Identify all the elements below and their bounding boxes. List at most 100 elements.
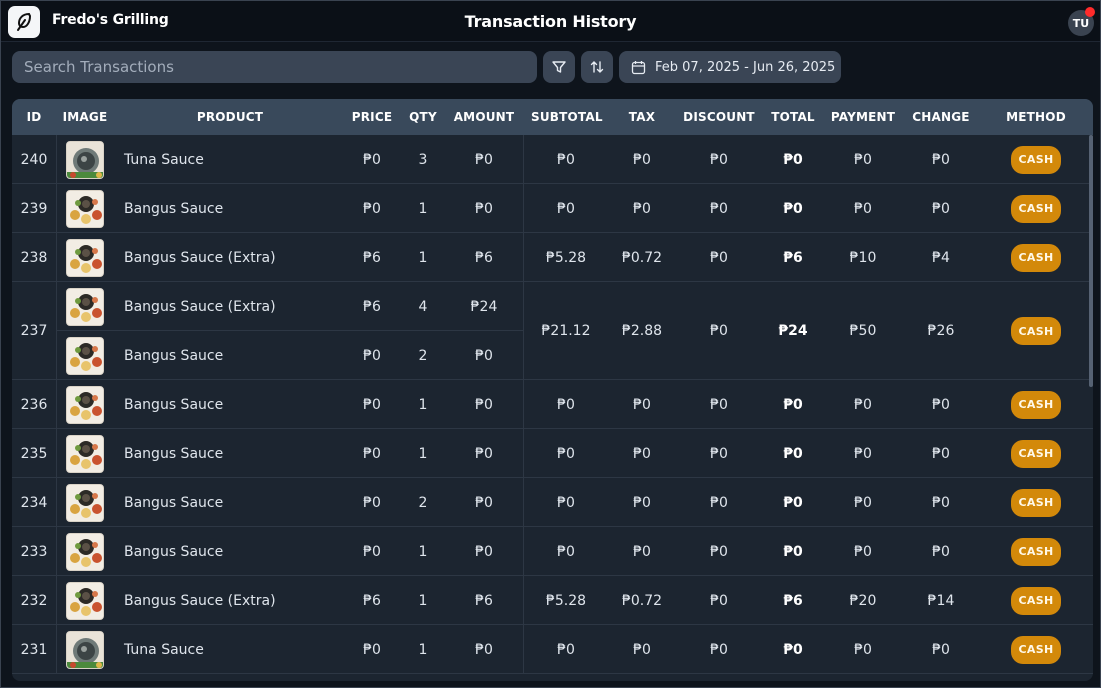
cell-tax: ₱0 [633, 396, 651, 413]
cell-price: ₱0 [363, 543, 381, 560]
col-header-qty[interactable]: QTY [388, 99, 458, 135]
cell-payment: ₱0 [854, 543, 872, 560]
cell-id: 237 [20, 323, 48, 339]
cell-price: ₱0 [363, 396, 381, 413]
cell-amount: ₱0 [475, 347, 493, 364]
filter-icon [552, 61, 566, 73]
cell-payment: ₱0 [854, 396, 872, 413]
cell-image [62, 184, 108, 233]
scrollbar[interactable] [1089, 135, 1093, 387]
product-image [66, 189, 104, 228]
cell-change: ₱14 [927, 592, 955, 609]
cell-subtotal: ₱0 [557, 445, 575, 462]
cell-product: Tuna Sauce [124, 151, 204, 168]
column-divider [56, 233, 57, 282]
cell-price: ₱6 [363, 298, 381, 315]
cell-image [62, 429, 108, 478]
payment-method-badge: CASH [1011, 537, 1061, 566]
cell-image [62, 135, 108, 184]
cell-image [62, 576, 108, 625]
table-row[interactable]: 239 Bangus Sauce ₱0 1 ₱0 ₱0 ₱0 ₱0 ₱0 ₱0 ₱0 CASH [12, 184, 1093, 233]
cell-product: Bangus Sauce [124, 200, 224, 217]
column-divider [56, 478, 57, 527]
table-row[interactable]: 237 Bangus Sauce (Extra) ₱6 4 ₱24 Bangus Sauc… [12, 282, 1093, 380]
product-image [66, 385, 104, 424]
cell-tax: ₱0.72 [621, 249, 663, 266]
cell-tax: ₱0.72 [621, 592, 663, 609]
col-header-amount[interactable]: AMOUNT [449, 99, 519, 135]
table-row[interactable]: 238 Bangus Sauce (Extra) ₱6 1 ₱6 ₱5.28 ₱0.72 ₱0… [12, 233, 1093, 282]
cell-product: Bangus Sauce [124, 494, 224, 511]
cell-product: Tuna Sauce [124, 641, 204, 658]
cell-id: 240 [20, 151, 48, 168]
cell-price: ₱0 [363, 494, 381, 511]
cell-discount: ₱0 [710, 323, 728, 339]
column-divider [523, 478, 524, 527]
table-row[interactable]: 234 Bangus Sauce ₱0 2 ₱0 ₱0 ₱0 ₱0 ₱0 ₱0 ₱0 CASH [12, 478, 1093, 527]
search-input[interactable] [12, 51, 537, 83]
payment-method-badge: CASH [1011, 317, 1061, 345]
cell-id: 234 [20, 494, 48, 511]
cell-discount: ₱0 [710, 543, 728, 560]
cell-product: Bangus Sauce [124, 445, 224, 462]
cell-method: CASH [1006, 429, 1066, 478]
cell-payment: ₱50 [849, 323, 877, 339]
table-body: 240 Tuna Sauce ₱0 3 ₱0 ₱0 ₱0 ₱0 ₱0 ₱0 ₱0 CASH 239 Ban… [12, 135, 1093, 681]
cell-id: 232 [20, 592, 48, 609]
cell-id: 231 [20, 641, 48, 658]
sort-button[interactable] [581, 51, 613, 83]
cell-discount: ₱0 [710, 249, 728, 266]
cell-image [62, 331, 108, 380]
cell-subtotal: ₱0 [557, 151, 575, 168]
col-header-total[interactable]: TOTAL [758, 99, 828, 135]
cell-product: Bangus Sauce [124, 347, 224, 364]
cell-tax: ₱0 [633, 543, 651, 560]
table-row[interactable]: 232 Bangus Sauce (Extra) ₱6 1 ₱6 ₱5.28 ₱0.72 ₱0… [12, 576, 1093, 625]
cell-tax: ₱0 [633, 641, 651, 658]
cell-product: Bangus Sauce (Extra) [124, 249, 276, 266]
cell-discount: ₱0 [710, 396, 728, 413]
col-header-payment[interactable]: PAYMENT [828, 99, 898, 135]
col-header-product[interactable]: PRODUCT [162, 99, 298, 135]
cell-change: ₱0 [932, 200, 950, 217]
col-header-discount[interactable]: DISCOUNT [679, 99, 759, 135]
column-divider [523, 135, 524, 184]
cell-price: ₱0 [363, 200, 381, 217]
table-row[interactable]: 236 Bangus Sauce ₱0 1 ₱0 ₱0 ₱0 ₱0 ₱0 ₱0 ₱0 CASH [12, 380, 1093, 429]
cell-price: ₱0 [363, 445, 381, 462]
cell-change: ₱0 [932, 445, 950, 462]
col-header-image[interactable]: IMAGE [50, 99, 120, 135]
cell-total: ₱6 [783, 592, 803, 609]
cell-qty: 2 [418, 347, 428, 364]
cell-tax: ₱0 [633, 445, 651, 462]
cell-price: ₱0 [363, 347, 381, 364]
column-divider [56, 380, 57, 429]
col-header-subtotal[interactable]: SUBTOTAL [531, 99, 603, 135]
product-image [66, 336, 104, 375]
table-row[interactable]: 231 Tuna Sauce ₱0 1 ₱0 ₱0 ₱0 ₱0 ₱0 ₱0 ₱0 CASH [12, 625, 1093, 674]
table-row[interactable]: 240 Tuna Sauce ₱0 3 ₱0 ₱0 ₱0 ₱0 ₱0 ₱0 ₱0 CASH [12, 135, 1093, 184]
column-divider [56, 625, 57, 674]
cell-method: CASH [1006, 478, 1066, 527]
cell-image [62, 233, 108, 282]
cell-discount: ₱0 [710, 445, 728, 462]
cell-subtotal: ₱0 [557, 396, 575, 413]
col-header-tax[interactable]: TAX [607, 99, 677, 135]
cell-change: ₱0 [932, 151, 950, 168]
cell-total: ₱0 [783, 396, 803, 413]
cell-id: 236 [20, 396, 48, 413]
col-header-method[interactable]: METHOD [1001, 99, 1071, 135]
col-header-change[interactable]: CHANGE [906, 99, 976, 135]
cell-payment: ₱0 [854, 641, 872, 658]
column-divider [523, 625, 524, 674]
cell-price: ₱0 [363, 641, 381, 658]
table-row[interactable]: 235 Bangus Sauce ₱0 1 ₱0 ₱0 ₱0 ₱0 ₱0 ₱0 ₱0 CASH [12, 429, 1093, 478]
table-row[interactable]: 233 Bangus Sauce ₱0 1 ₱0 ₱0 ₱0 ₱0 ₱0 ₱0 ₱0 CASH [12, 527, 1093, 576]
cell-discount: ₱0 [710, 592, 728, 609]
cell-total: ₱0 [783, 494, 803, 511]
cell-qty: 4 [418, 298, 428, 315]
date-range-button[interactable]: Feb 07, 2025 - Jun 26, 2025 [619, 51, 841, 83]
filter-button[interactable] [543, 51, 575, 83]
product-image [66, 630, 104, 669]
cell-amount: ₱0 [475, 543, 493, 560]
